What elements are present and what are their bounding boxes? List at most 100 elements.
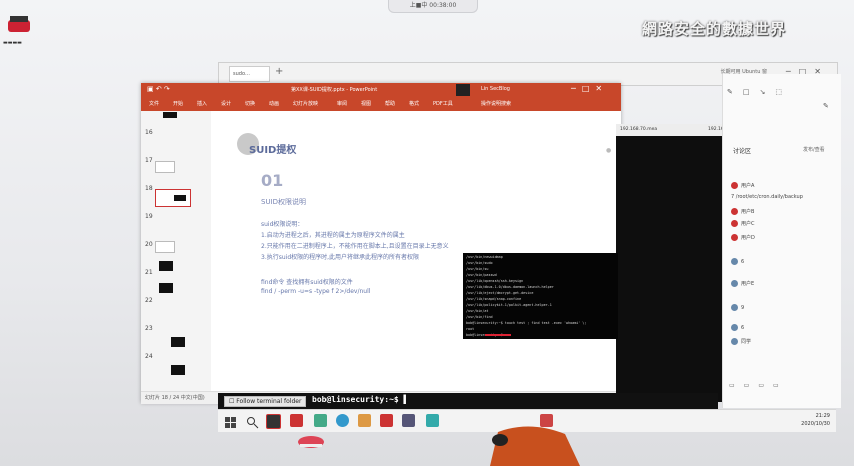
avatar [731,304,738,311]
ribbon-tab-home[interactable]: 开始 [173,100,183,107]
ribbon-tab-view[interactable]: 视图 [361,100,371,107]
chat-message: 用户D [731,234,755,241]
chat-message: 6 [731,324,744,331]
chat-panel: ✎□↘⬚ ✎ 讨论区 发布/查看 用户A 7 /root/etc/cron.da… [722,74,841,408]
redacted-thumbnail [171,365,185,375]
chat-message: 用户C [731,220,755,227]
redacted-thumbnail [159,283,173,293]
ribbon-search[interactable]: 操作说明搜索 [481,100,511,107]
desktop-app-icon[interactable] [4,12,34,40]
ppt-ribbon: 文件 开始 插入 设计 切换 动画 幻灯片放映 审阅 视图 帮助 格式 PDF工… [141,97,621,111]
taskbar-clock[interactable]: 21:29 2020/10/30 [801,412,830,428]
chat-message: 9 [731,304,744,311]
slide-thumbnail[interactable] [155,161,175,173]
find-command: find / -perm -u=s -type f 2>/dev/null [261,288,371,295]
slide-subhead: suid权限说明： [261,221,304,228]
app-icon[interactable] [380,414,393,427]
redacted-thumbnail [163,112,177,118]
ribbon-tab-file[interactable]: 文件 [149,100,159,107]
chat-header[interactable]: 讨论区 [733,146,751,155]
ribbon-tab-design[interactable]: 设计 [221,100,231,107]
ribbon-tab-help[interactable]: 帮助 [385,100,395,107]
slide-number: 21 [145,269,153,276]
folder-icon[interactable] [358,414,371,427]
desktop-app-label: ▬▬▬▬ [3,40,22,46]
taskview-icon[interactable] [266,414,281,429]
find-caption: find命令 查找拥有suid权限的文件 [261,279,353,286]
slide-bullet-icon: ● [606,147,612,154]
app-icon[interactable] [402,414,415,427]
browser-icon[interactable] [336,414,349,427]
output-line: /usr/bin/find [466,315,493,319]
redacted-thumbnail [174,195,186,201]
avatar [731,258,738,265]
slide-thumbnail-pane: 16 17 18 19 20 21 22 23 24 [141,111,211,391]
terminal-tabs: 192.168.70.mea 192.168.70.31 ubuntu [616,124,758,136]
slide-line-1: 1.启动为进程之后，其进程的属主为原程序文件的属主 [261,232,405,239]
powerpoint-window: ▣ ↶ ↷ 第XX课-SUID提权.pptx - PowerPoint Lin … [141,83,621,404]
start-icon[interactable] [224,414,237,428]
ribbon-tab-slideshow[interactable]: 幻灯片放映 [293,100,318,107]
chat-message: 用户E [731,280,754,287]
follow-terminal-folder-checkbox[interactable]: ☐ Follow terminal folder [224,396,307,407]
watermark: 網路安全的數據世界 [642,20,787,38]
terminal-tab[interactable]: 192.168.70.mea [620,127,657,132]
app-icon[interactable] [426,414,439,427]
avatar [731,338,738,345]
browser-tab[interactable]: sudo… [229,66,270,82]
ppt-user: Lin SecBlog [481,86,510,92]
output-line: /usr/lib/dbus-1.0/dbus-daemon-launch-hel… [466,285,554,289]
ppt-title: 第XX课-SUID提权.pptx - PowerPoint [291,87,378,93]
output-line: /usr/lib/openssh/ssh-keysign [466,279,524,283]
chat-message: 同学 [731,338,751,345]
app-icon[interactable] [290,414,303,427]
terminal-prompt[interactable]: bob@linsecurity:~$ ▌ [312,395,408,404]
output-line: /usr/bin/sudo [466,261,493,265]
avatar [731,280,738,287]
ribbon-tab-review[interactable]: 审阅 [337,100,347,107]
output-line: root [466,327,475,331]
terminal-panel[interactable] [616,124,722,402]
output-line: bob@linsecurity:~$ touch test ; find tes… [466,321,587,325]
top-status-pill: 上■中 00:38:00 [388,0,478,13]
redacted-thumbnail [159,261,173,271]
pen-icon[interactable]: ✎ [823,102,829,110]
slide-number: 19 [145,213,153,220]
output-line: /usr/bin/su [466,267,489,271]
chat-message: 7 /root/etc/cron.daily/backup [731,194,803,200]
slide-line-3: 3.执行suid权限的程序时,此用户将继承此程序的所有者权限 [261,254,420,261]
ribbon-tab-format[interactable]: 格式 [409,100,419,107]
save-icon[interactable]: ▣ ↶ ↷ [147,85,170,93]
slide-number: 17 [145,157,153,164]
search-icon[interactable] [246,414,259,429]
ribbon-tab-transitions[interactable]: 切换 [245,100,255,107]
ribbon-tab-animations[interactable]: 动画 [269,100,279,107]
ribbon-tab-insert[interactable]: 插入 [197,100,207,107]
avatar [731,208,738,215]
chat-input-icons[interactable]: ▭▭▭▭ [729,382,788,389]
chat-message: 用户B [731,208,754,215]
output-line: /usr/lib/eject/dmcrypt-get-device [466,291,534,295]
slide-number: 24 [145,353,153,360]
output-line: /usr/bin/passwd [466,273,497,277]
chat-toolbar-icons[interactable]: ✎□↘⬚ [727,88,792,96]
slide-thumbnail[interactable] [155,241,175,253]
avatar [731,182,738,189]
slide-thumbnail-selected[interactable] [155,189,191,207]
chat-header-right[interactable]: 发布/查看 [803,146,825,153]
slide-number: 20 [145,241,153,248]
new-tab-icon[interactable]: + [275,66,283,77]
ppt-window-controls[interactable]: ─□✕ [571,84,608,93]
chat-message: 6 [731,258,744,265]
slide-number: 23 [145,325,153,332]
slide-heading: SUID提权 [249,145,297,156]
output-line: /usr/bin/at [466,309,489,313]
ribbon-tab-pdf[interactable]: PDF工具 [433,100,453,107]
slide-canvas[interactable]: SUID提权 01 SUID权限说明 suid权限说明： 1.启动为进程之后，其… [211,111,621,391]
avatar [731,220,738,227]
app-icon[interactable] [314,414,327,427]
red-underline-annotation [485,334,511,336]
output-line: /usr/lib/snapd/snap-confine [466,297,522,301]
command-output: /usr/bin/newuidmap /usr/bin/sudo /usr/bi… [463,253,618,339]
slide-number: 22 [145,297,153,304]
